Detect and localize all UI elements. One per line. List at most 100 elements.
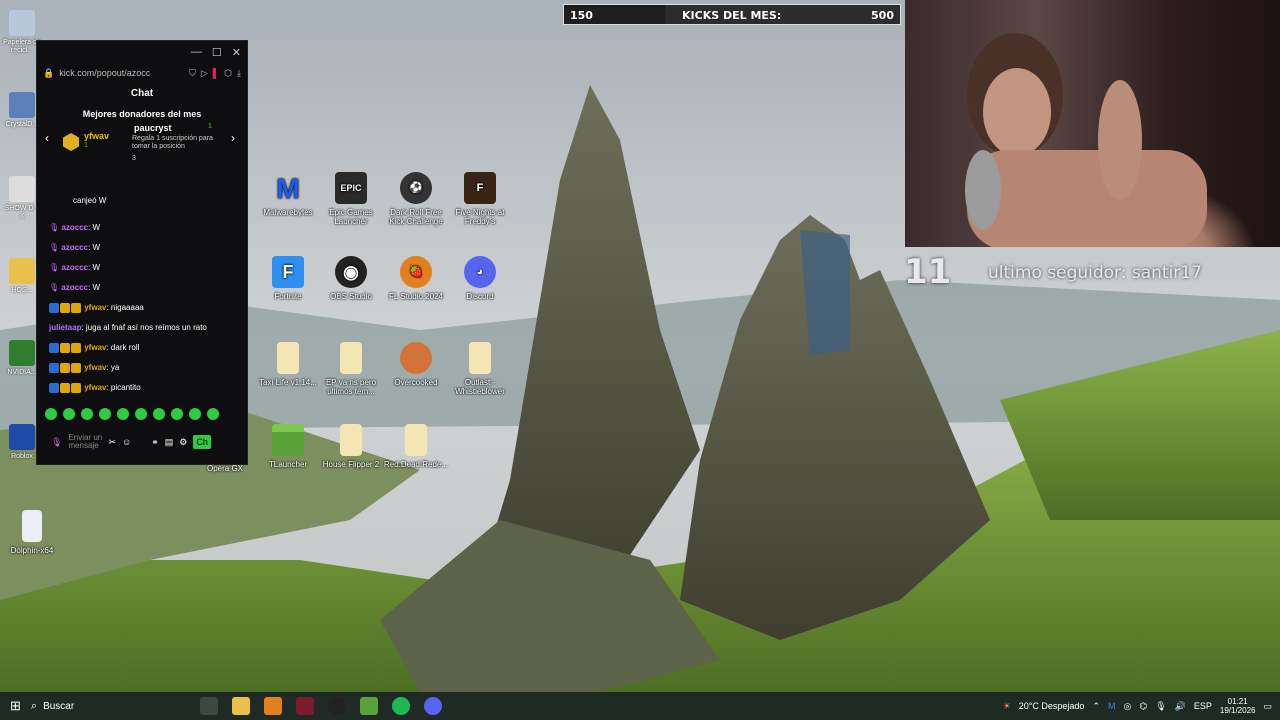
message-text: canjeó W: [73, 196, 107, 205]
message-text: dark roll: [110, 343, 140, 353]
clock[interactable]: 01:21 19/1/2026: [1220, 697, 1256, 715]
emote-icon[interactable]: [189, 408, 201, 420]
desktop-icon-fnaf[interactable]: F Five Nights at Freddy's: [447, 172, 513, 226]
mic-icon: 🎙: [49, 283, 60, 292]
kick-taskbar-icon[interactable]: [296, 697, 315, 715]
obs-taskbar-icon[interactable]: [328, 697, 347, 715]
shield-icon[interactable]: ⛉: [189, 68, 196, 79]
desktop-icon-fortnite[interactable]: F Fortnite: [255, 256, 321, 301]
message-user[interactable]: azoccc: [61, 283, 88, 292]
file-explorer-icon[interactable]: [232, 697, 251, 715]
emote-icon[interactable]: [117, 408, 129, 420]
emote-icon[interactable]: [171, 408, 183, 420]
emote-icon[interactable]: [63, 408, 75, 420]
message-user[interactable]: yfwav: [84, 303, 106, 312]
notification-icon[interactable]: ▭: [1263, 701, 1272, 712]
minecraft-taskbar-icon[interactable]: [360, 697, 379, 715]
desktop-icon-label: OBS Studio: [330, 292, 372, 301]
nvidia-icon: [9, 340, 35, 366]
microphone-icon[interactable]: 🎙: [1155, 701, 1166, 712]
chevron-left-icon[interactable]: ‹: [45, 131, 49, 145]
close-icon[interactable]: ✕: [232, 46, 241, 59]
calendar-icon[interactable]: ▤: [165, 437, 174, 448]
minecraft-block-icon: [272, 424, 304, 456]
emote-icon[interactable]: [207, 408, 219, 420]
desktop-icon-house-flipper[interactable]: House Flipper 2: [318, 424, 384, 469]
chat-send-button[interactable]: Ch: [193, 435, 211, 449]
desktop-icon-opera-gx[interactable]: Opera GX: [192, 464, 258, 473]
message-user[interactable]: yfwav: [84, 363, 106, 372]
desktop-icon-red-dead[interactable]: Red.Dead.Rede...: [383, 424, 449, 469]
url-text[interactable]: kick.com/popout/azocc: [59, 68, 150, 78]
donor-1-name: yfwav: [84, 131, 110, 141]
desktop-icon-ep[interactable]: EP va ns pero ultimos tem...: [318, 342, 384, 396]
url-bar[interactable]: 🔒 kick.com/popout/azocc ⛉ ▷ ▌ ⬡ ⤓: [37, 63, 247, 83]
malwarebytes-tray-icon[interactable]: M: [1108, 701, 1116, 711]
play-icon[interactable]: ▷: [201, 68, 208, 79]
message-user[interactable]: julietaap: [49, 323, 81, 332]
steam-tray-icon[interactable]: ◎: [1124, 701, 1132, 712]
chevron-right-icon[interactable]: ›: [231, 131, 235, 145]
message-text: juga al fnaf así nos reímos un rato: [85, 323, 207, 332]
extension-icon[interactable]: ▌: [213, 68, 219, 78]
desktop-icon-malwarebytes[interactable]: M Malwarebytes: [255, 172, 321, 217]
message-input[interactable]: Enviar un mensaje: [68, 434, 102, 450]
desktop-icon-label: House Flipper 2: [322, 460, 380, 469]
share-icon[interactable]: ⬡: [224, 68, 232, 79]
badge-icon: [49, 383, 59, 393]
chat-message: yfwav: nigaaaaa: [49, 303, 144, 313]
chat-message: canjeó W: [73, 196, 106, 205]
message-user[interactable]: yfwav: [84, 383, 106, 392]
badge-icon: [49, 343, 59, 353]
emote-icon[interactable]: [45, 408, 57, 420]
message-user[interactable]: azoccc: [61, 243, 88, 252]
desktop-icon-obs[interactable]: ◉ OBS Studio: [318, 256, 384, 301]
windows-start-icon[interactable]: ⊞: [10, 698, 21, 714]
emoji-icon[interactable]: ☺: [122, 437, 131, 447]
desktop-icon-epic[interactable]: EPIC Epic Games Launcher: [318, 172, 384, 226]
chevron-up-icon[interactable]: ⌃: [1092, 701, 1100, 712]
chat-message: 🎙 azoccc: W: [49, 223, 101, 232]
task-view-icon[interactable]: [200, 697, 219, 715]
search-box[interactable]: Buscar: [43, 701, 193, 712]
donor-2-count: 1: [208, 123, 212, 130]
download-icon[interactable]: ⤓: [237, 68, 241, 79]
spotify-icon[interactable]: [392, 697, 411, 715]
message-user[interactable]: azoccc: [61, 263, 88, 272]
window-titlebar: — ☐ ✕: [37, 41, 247, 63]
fl-studio-taskbar-icon[interactable]: [264, 697, 283, 715]
settings-group-icon[interactable]: ⚭: [151, 437, 159, 448]
desktop-icon-overcooked[interactable]: Overcooked: [383, 342, 449, 387]
maximize-icon[interactable]: ☐: [212, 46, 222, 59]
lock-icon: 🔒: [43, 67, 55, 78]
desktop-icon-discord[interactable]: ◕ Discord: [447, 256, 513, 301]
desktop-icon-taxi-life[interactable]: Taxi Life v1.14...: [255, 342, 321, 387]
goal-current: 150: [570, 9, 593, 22]
desktop-icon-dolphin[interactable]: Dolphin-x64: [0, 510, 65, 555]
search-icon[interactable]: ⌕: [31, 700, 37, 713]
emote-icon[interactable]: [99, 408, 111, 420]
minimize-icon[interactable]: —: [191, 46, 202, 58]
emote-icon[interactable]: [135, 408, 147, 420]
weather-text[interactable]: 20°C Despejado: [1019, 701, 1085, 711]
desktop-icon-dark-roll[interactable]: ⚽ Dark Roll Free Kick Challenge: [383, 172, 449, 226]
gear-icon[interactable]: ⚙: [179, 437, 187, 448]
network-icon[interactable]: ⌬: [1139, 701, 1147, 712]
emote-icon[interactable]: [81, 408, 93, 420]
volume-icon[interactable]: 🔊: [1175, 701, 1186, 712]
message-user[interactable]: azoccc: [61, 223, 88, 232]
last-follower: ultimo seguidor: santir17: [988, 263, 1202, 283]
mic-icon[interactable]: 🎙: [51, 437, 62, 448]
emote-icon[interactable]: [153, 408, 165, 420]
donors-carousel: ‹ yfwav 1 paucryst 1 Regala 1 suscripció…: [37, 123, 247, 165]
kick-chat-popout[interactable]: — ☐ ✕ 🔒 kick.com/popout/azocc ⛉ ▷ ▌ ⬡ ⤓ …: [36, 40, 248, 465]
message-user[interactable]: yfwav: [84, 343, 106, 352]
desktop-icon-tlauncher[interactable]: TLauncher: [255, 424, 321, 469]
file-icon: [340, 342, 362, 374]
discord-taskbar-icon[interactable]: [424, 697, 443, 715]
desktop-icon-outlast[interactable]: Outlast - Whistleblower: [447, 342, 513, 396]
roblox-icon: [9, 424, 35, 450]
language-indicator[interactable]: ESP: [1194, 701, 1212, 711]
desktop-icon-fl-studio[interactable]: 🍓 FL Studio 2024: [383, 256, 449, 301]
gift-icon[interactable]: ✂: [108, 437, 116, 448]
